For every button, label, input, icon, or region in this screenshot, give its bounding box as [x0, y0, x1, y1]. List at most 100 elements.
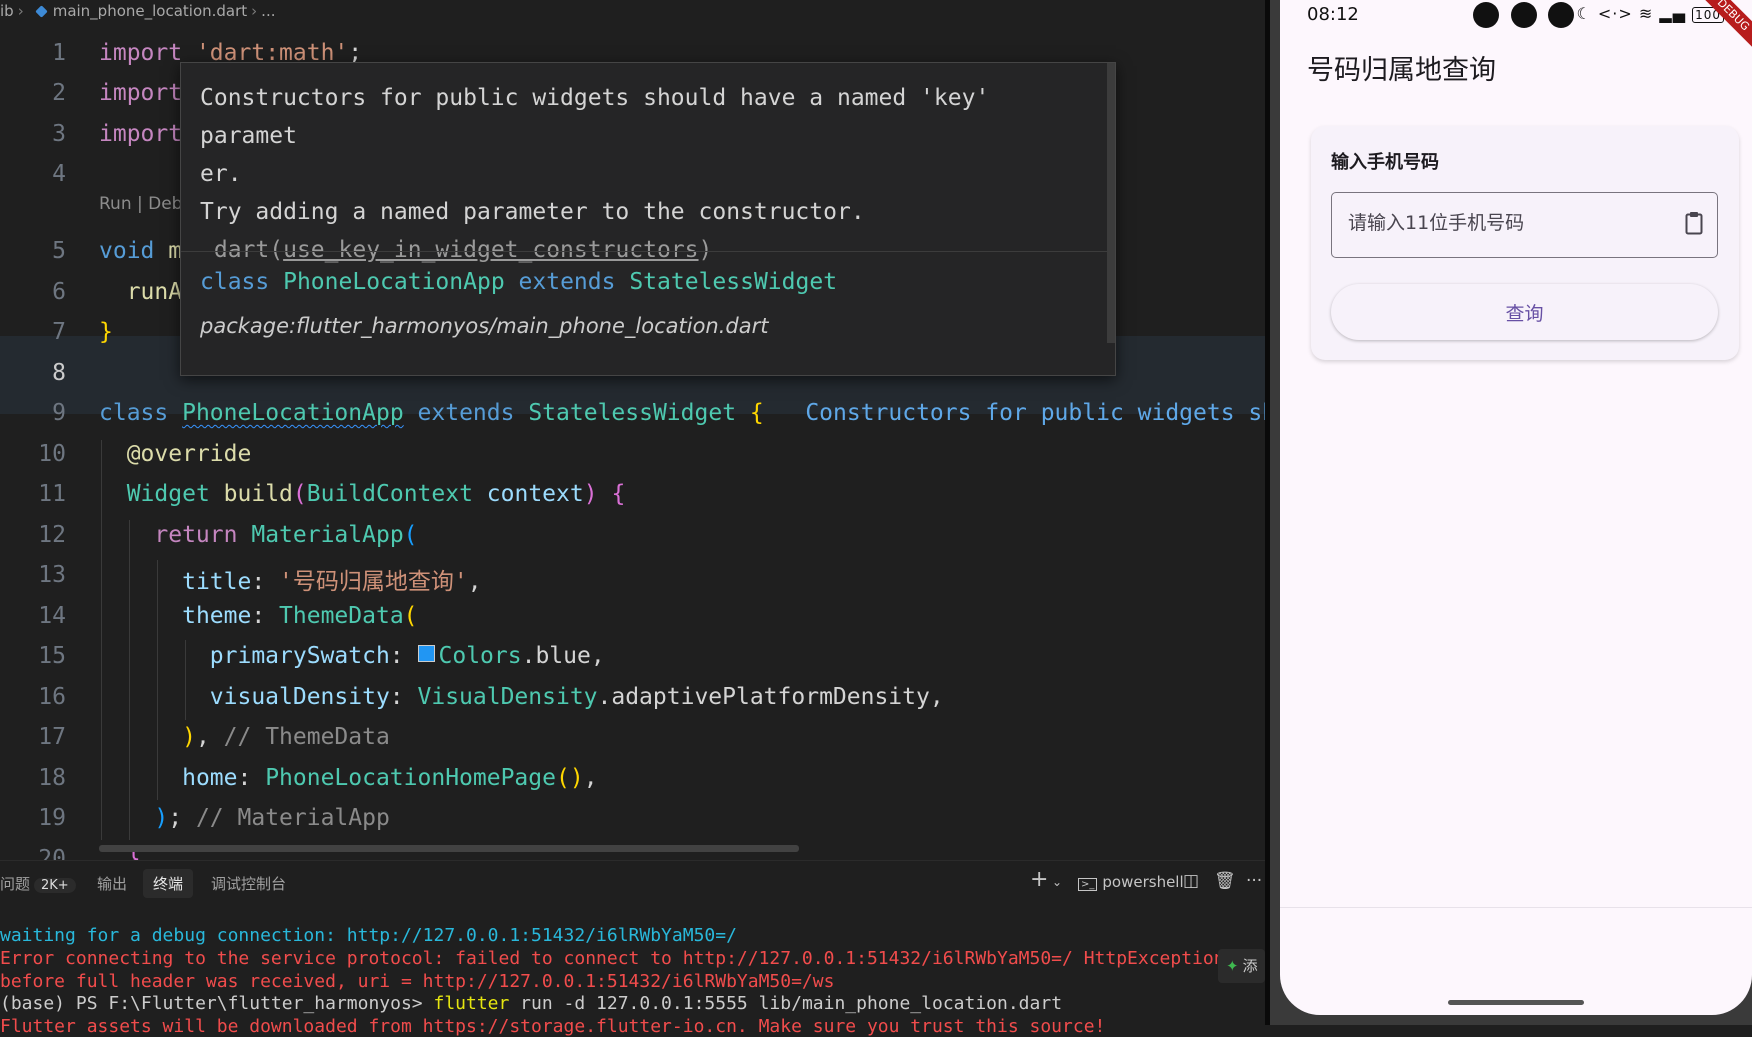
diagnostic-source: dart(use_key_in_widget_constructors) — [200, 237, 713, 263]
terminal-line: before full header was received, uri = h… — [0, 971, 835, 992]
divider — [1280, 907, 1752, 908]
query-button[interactable]: 查询 — [1331, 284, 1718, 340]
trash-icon[interactable]: 🗑 — [1214, 871, 1236, 891]
terminal-line: Flutter assets will be downloaded from h… — [0, 1016, 1106, 1037]
method-name: build — [223, 481, 293, 507]
diagnostic-message: Constructors for public widgets should h… — [200, 85, 990, 225]
keyword: extends — [518, 269, 616, 295]
member: .blue — [521, 643, 591, 669]
code-line-9: class PhoneLocationApp extends Stateless… — [99, 400, 1265, 426]
clipboard-icon[interactable] — [1685, 211, 1703, 235]
class-name: ThemeData — [279, 603, 404, 629]
keyword: import — [99, 121, 183, 147]
string: '号码归属地查询' — [279, 569, 468, 595]
bottom-panel: 问题 2K+ 输出 终端 调试控制台 + ⌄ >_ powershell ◫ 🗑 ·… — [0, 860, 1322, 1037]
line-number: 5 — [52, 238, 66, 264]
identifier: runA — [126, 279, 183, 305]
punct: : — [251, 603, 280, 629]
line-number: 14 — [38, 603, 66, 629]
property: title — [182, 569, 252, 595]
line-number: 8 — [52, 360, 66, 386]
sparkle-icon: ✦ — [1226, 957, 1239, 975]
line-number: 15 — [38, 643, 66, 669]
chat-assist-button[interactable]: ✦ 添 — [1218, 949, 1265, 983]
signal-icon: ▂▄ — [1659, 4, 1686, 23]
punct: , — [590, 643, 605, 669]
class-name: Colors — [438, 643, 522, 669]
terminal-shell-selector[interactable]: >_ powershell — [1078, 873, 1184, 891]
tab-debug-console[interactable]: 调试控制台 — [211, 873, 286, 894]
type-name: Widget — [126, 481, 210, 507]
punct: : — [389, 643, 418, 669]
code-line-7: } — [99, 319, 113, 345]
tab-terminal[interactable]: 终端 — [143, 869, 194, 898]
source-prefix: dart( — [213, 237, 284, 263]
code-line-12: return MaterialApp( — [99, 522, 418, 548]
paren: ( — [403, 522, 418, 548]
hover-scrollbar[interactable] — [1107, 63, 1115, 343]
code-line-6: runA — [99, 279, 182, 305]
code-line-15: primarySwatch: Colors.blue, — [99, 643, 605, 669]
status-icons: ☾ <·> ≋ ▂▄ 100 — [1576, 4, 1724, 23]
code-line-14: theme: ThemeData( — [99, 603, 418, 629]
terminal-line: (base) PS F:\Flutter\flutter_harmonyos> … — [0, 993, 1062, 1014]
keyword: import — [99, 80, 183, 106]
assist-label: 添 — [1242, 957, 1258, 975]
input-card: 输入手机号码 查询 — [1311, 126, 1739, 360]
type-name: StatelessWidget — [528, 400, 737, 426]
paren: ( — [292, 481, 307, 507]
chevron-right-icon: › — [251, 2, 258, 20]
line-number: 10 — [38, 441, 66, 467]
terminal-args: run -d 127.0.0.1:5555 lib/main_phone_loc… — [509, 993, 1063, 1014]
home-indicator[interactable] — [1448, 1000, 1584, 1005]
line-number: 16 — [38, 684, 66, 710]
code-line-2: import — [99, 80, 182, 106]
punct: , — [929, 684, 944, 710]
line-number: 18 — [38, 765, 66, 791]
tab-problems[interactable]: 问题 2K+ — [0, 873, 76, 894]
camera-icon — [1473, 2, 1499, 28]
terminal-line: waiting for a debug connection: http://1… — [0, 925, 737, 946]
punct: , — [467, 569, 482, 595]
line-number: 17 — [38, 724, 66, 750]
more-actions-icon[interactable]: ··· — [1246, 871, 1262, 891]
color-swatch-icon[interactable] — [417, 645, 435, 662]
line-number: 13 — [38, 562, 66, 588]
phone-number-field[interactable] — [1331, 192, 1718, 258]
paren: ) — [154, 805, 169, 831]
wifi-icon: ≋ — [1638, 4, 1654, 23]
line-number: 7 — [52, 319, 66, 345]
punct: , — [195, 724, 224, 750]
paren: ( — [403, 603, 418, 629]
chevron-down-icon[interactable]: ⌄ — [1052, 875, 1062, 889]
app-title: 号码归属地查询 — [1307, 55, 1496, 86]
panel-tabs: 问题 2K+ 输出 终端 调试控制台 + ⌄ >_ powershell ◫ 🗑 ·… — [0, 861, 1265, 905]
keyword: return — [154, 522, 238, 548]
type-name: BuildContext — [306, 481, 473, 507]
terminal-line: Error connecting to the service protocol… — [0, 948, 1323, 969]
data-icon: <·> — [1597, 4, 1633, 23]
code-line-18: home: PhoneLocationHomePage(), — [99, 765, 597, 791]
hover-message: Constructors for public widgets should h… — [200, 79, 1100, 269]
member: .adaptivePlatformDensity — [597, 684, 930, 710]
class-name: MaterialApp — [251, 522, 404, 548]
punct: : — [389, 684, 418, 710]
phone-number-input[interactable] — [1346, 211, 1670, 235]
codelens-run-debug[interactable]: Run | Deb — [99, 194, 182, 214]
code-editor[interactable]: ib › main_phone_location.dart ›... 1 2 3 4 … — [0, 0, 1265, 860]
class-name-with-warning[interactable]: PhoneLocationApp — [182, 400, 404, 426]
breadcrumb-file[interactable]: main_phone_location.dart — [53, 0, 247, 22]
horizontal-scrollbar[interactable] — [99, 845, 799, 852]
split-terminal-icon[interactable]: ◫ — [1183, 871, 1199, 891]
breadcrumb-more[interactable]: ... — [261, 0, 275, 22]
paren: () — [555, 765, 584, 791]
property: home — [182, 765, 238, 791]
rule-link[interactable]: use_key_in_widget_constructors — [283, 237, 698, 263]
camera-icon — [1548, 2, 1574, 28]
tab-output[interactable]: 输出 — [97, 873, 127, 894]
breadcrumb-root[interactable]: ib — [0, 0, 14, 22]
add-terminal-button[interactable]: + — [1030, 867, 1048, 892]
phone-emulator: 08:12 ☾ <·> ≋ ▂▄ 100 DEBUG 号码归属地查询 输入手机号… — [1265, 0, 1752, 1025]
status-time: 08:12 — [1307, 4, 1359, 25]
keyword: extends — [417, 400, 515, 426]
